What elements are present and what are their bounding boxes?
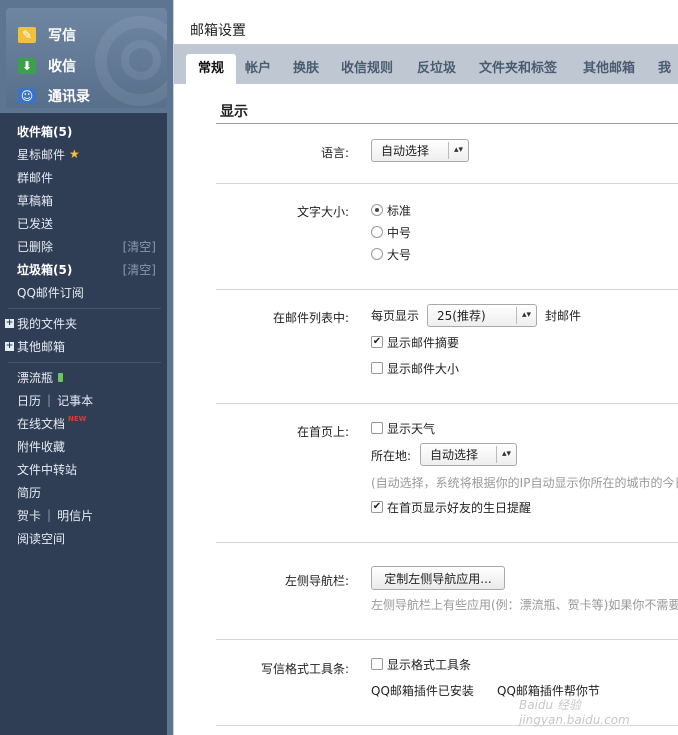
receive-button[interactable]: ⬇ 收信 [6, 51, 167, 81]
row-divider [216, 289, 678, 290]
per-page-select[interactable]: 25(推荐) ▴▾ [427, 304, 537, 327]
app-drift-bottle[interactable]: 漂流瓶 [17, 367, 162, 387]
birthday-checkbox[interactable]: ✔ [371, 501, 383, 513]
row-divider [216, 183, 678, 184]
folder-drafts[interactable]: 草稿箱 [17, 190, 162, 210]
page-title: 邮箱设置 [190, 23, 246, 39]
font-size-standard-radio[interactable] [371, 204, 383, 216]
download-icon: ⬇ [18, 58, 36, 74]
font-size-label: 文字大小: [296, 205, 349, 219]
toolbar-label: 写信格式工具条: [260, 662, 349, 676]
tab-mine[interactable]: 我的 [658, 56, 678, 102]
contact-card-icon: ☺ [18, 88, 36, 104]
notebook-link[interactable]: 记事本 [57, 392, 93, 409]
app-attachments[interactable]: 附件收藏 [17, 436, 162, 456]
contacts-button[interactable]: ☺ 通讯录 [6, 81, 167, 108]
language-select[interactable]: 自动选择 ▴▾ [371, 139, 469, 162]
per-page-prefix: 每页显示 [371, 309, 420, 323]
show-weather-checkbox[interactable] [371, 422, 383, 434]
select-arrow-icon: ▴▾ [448, 142, 468, 159]
receive-label: 收信 [48, 59, 76, 75]
folder-group[interactable]: 群邮件 [17, 167, 162, 187]
divider [8, 362, 161, 363]
location-select[interactable]: 自动选择 ▴▾ [420, 443, 517, 466]
per-page-suffix: 封邮件 [545, 309, 582, 323]
write-label: 写信 [48, 28, 76, 44]
clear-deleted-link[interactable]: [清空] [123, 238, 156, 255]
tab-folders-labels[interactable]: 文件夹和标签 [479, 56, 557, 84]
app-resume[interactable]: 简历 [17, 482, 162, 502]
folder-deleted[interactable]: 已删除 [清空] [17, 236, 162, 256]
folder-inbox[interactable]: 收件箱(5) [17, 121, 162, 141]
settings-content: 显示 语言: 自动选择 ▴▾ 文字大小: 标准 中号 大号 在邮件列表中: 每页… [174, 84, 678, 735]
select-arrow-icon: ▴▾ [516, 307, 536, 324]
baidu-watermark: Baidu 经验 jingyan.baidu.com [519, 698, 630, 727]
settings-tabs: 常规 帐户 换肤 收信规则 反垃圾 文件夹和标签 其他邮箱 我的 [174, 44, 678, 102]
tab-receive-rules[interactable]: 收信规则 [341, 56, 393, 84]
homepage-label: 在首页上: [296, 425, 349, 439]
settings-panel: 邮箱设置 常规 帐户 换肤 收信规则 反垃圾 文件夹和标签 其他邮箱 我的 显示… [173, 0, 678, 735]
folder-other-mailboxes[interactable]: + 其他邮箱 [5, 336, 150, 356]
divider [8, 308, 161, 309]
app-cards: 贺卡 | 明信片 [17, 507, 94, 524]
section-divider [216, 123, 678, 124]
folder-subscription[interactable]: QQ邮件订阅 [17, 282, 162, 302]
show-weather-label: 显示天气 [387, 422, 436, 436]
section-title: 显示 [220, 104, 248, 120]
tab-anti-spam[interactable]: 反垃圾 [417, 56, 456, 84]
postcard-link[interactable]: 明信片 [57, 507, 93, 524]
star-icon: ★ [69, 147, 80, 161]
row-divider [216, 639, 678, 640]
row-divider [216, 542, 678, 543]
customize-left-nav-button[interactable]: 定制左侧导航应用... [371, 566, 505, 590]
folder-sent[interactable]: 已发送 [17, 213, 162, 233]
row-divider [216, 403, 678, 404]
left-nav-hint: 左侧导航栏上有些应用(例：漂流瓶、贺卡等)如果你不需要 [371, 598, 678, 612]
plugin-installed-text: QQ邮箱插件已安装 [371, 684, 474, 698]
greeting-card-link[interactable]: 贺卡 [17, 507, 41, 524]
folder-list: 收件箱(5) 星标邮件 ★ 群邮件 草稿箱 已发送 已删除 [清空] 垃圾箱(5)[… [0, 113, 167, 735]
show-summary-checkbox[interactable]: ✔ [371, 336, 383, 348]
language-label: 语言: [320, 146, 349, 160]
show-size-label: 显示邮件大小 [387, 362, 460, 376]
mail-list-label: 在邮件列表中: [272, 311, 349, 325]
tab-general[interactable]: 常规 [186, 54, 237, 84]
expand-icon[interactable]: + [5, 318, 14, 328]
show-toolbar-checkbox[interactable] [371, 658, 383, 670]
left-nav-label: 左侧导航栏: [284, 574, 349, 588]
bottle-icon [58, 372, 64, 382]
show-summary-label: 显示邮件摘要 [387, 336, 460, 350]
folder-my-folders[interactable]: + 我的文件夹 [5, 313, 150, 333]
app-online-docs[interactable]: 在线文档 NEW [17, 413, 162, 433]
font-size-medium-label: 中号 [387, 226, 412, 240]
location-label: 所在地: [371, 449, 412, 463]
font-size-large-label: 大号 [387, 248, 412, 262]
contacts-label: 通讯录 [48, 89, 90, 105]
show-size-checkbox[interactable] [371, 362, 383, 374]
tab-skin[interactable]: 换肤 [293, 56, 319, 84]
app-file-transfer[interactable]: 文件中转站 [17, 459, 162, 479]
write-button[interactable]: ✎ 写信 [6, 20, 167, 50]
location-hint: (自动选择，系统将根据你的IP自动显示你所在的城市的今日 [371, 476, 678, 490]
tab-account[interactable]: 帐户 [245, 56, 271, 84]
tab-other-mailboxes[interactable]: 其他邮箱 [583, 56, 635, 84]
folder-starred[interactable]: 星标邮件 ★ [17, 144, 162, 164]
birthday-label: 在首页显示好友的生日提醒 [387, 501, 532, 515]
font-size-large-radio[interactable] [371, 248, 383, 260]
font-size-standard-label: 标准 [387, 204, 412, 218]
clear-junk-link[interactable]: [清空] [123, 261, 156, 278]
pencil-icon: ✎ [18, 27, 36, 43]
app-calendar-notebook: 日历 | 记事本 [17, 392, 94, 409]
app-reading-space[interactable]: 阅读空间 [17, 528, 162, 548]
font-size-medium-radio[interactable] [371, 226, 383, 238]
show-toolbar-label: 显示格式工具条 [387, 658, 472, 672]
calendar-link[interactable]: 日历 [17, 392, 41, 409]
folder-junk[interactable]: 垃圾箱(5) [清空] [17, 259, 162, 279]
quick-actions: ✎ 写信 ⬇ 收信 ☺ 通讯录 [6, 8, 167, 108]
expand-icon[interactable]: + [5, 341, 14, 351]
select-arrow-icon: ▴▾ [496, 446, 516, 463]
new-badge: NEW [68, 415, 87, 423]
sidebar: ✎ 写信 ⬇ 收信 ☺ 通讯录 收件箱(5) 星标邮件 ★ 群邮件 草稿箱 已发送… [0, 0, 172, 735]
